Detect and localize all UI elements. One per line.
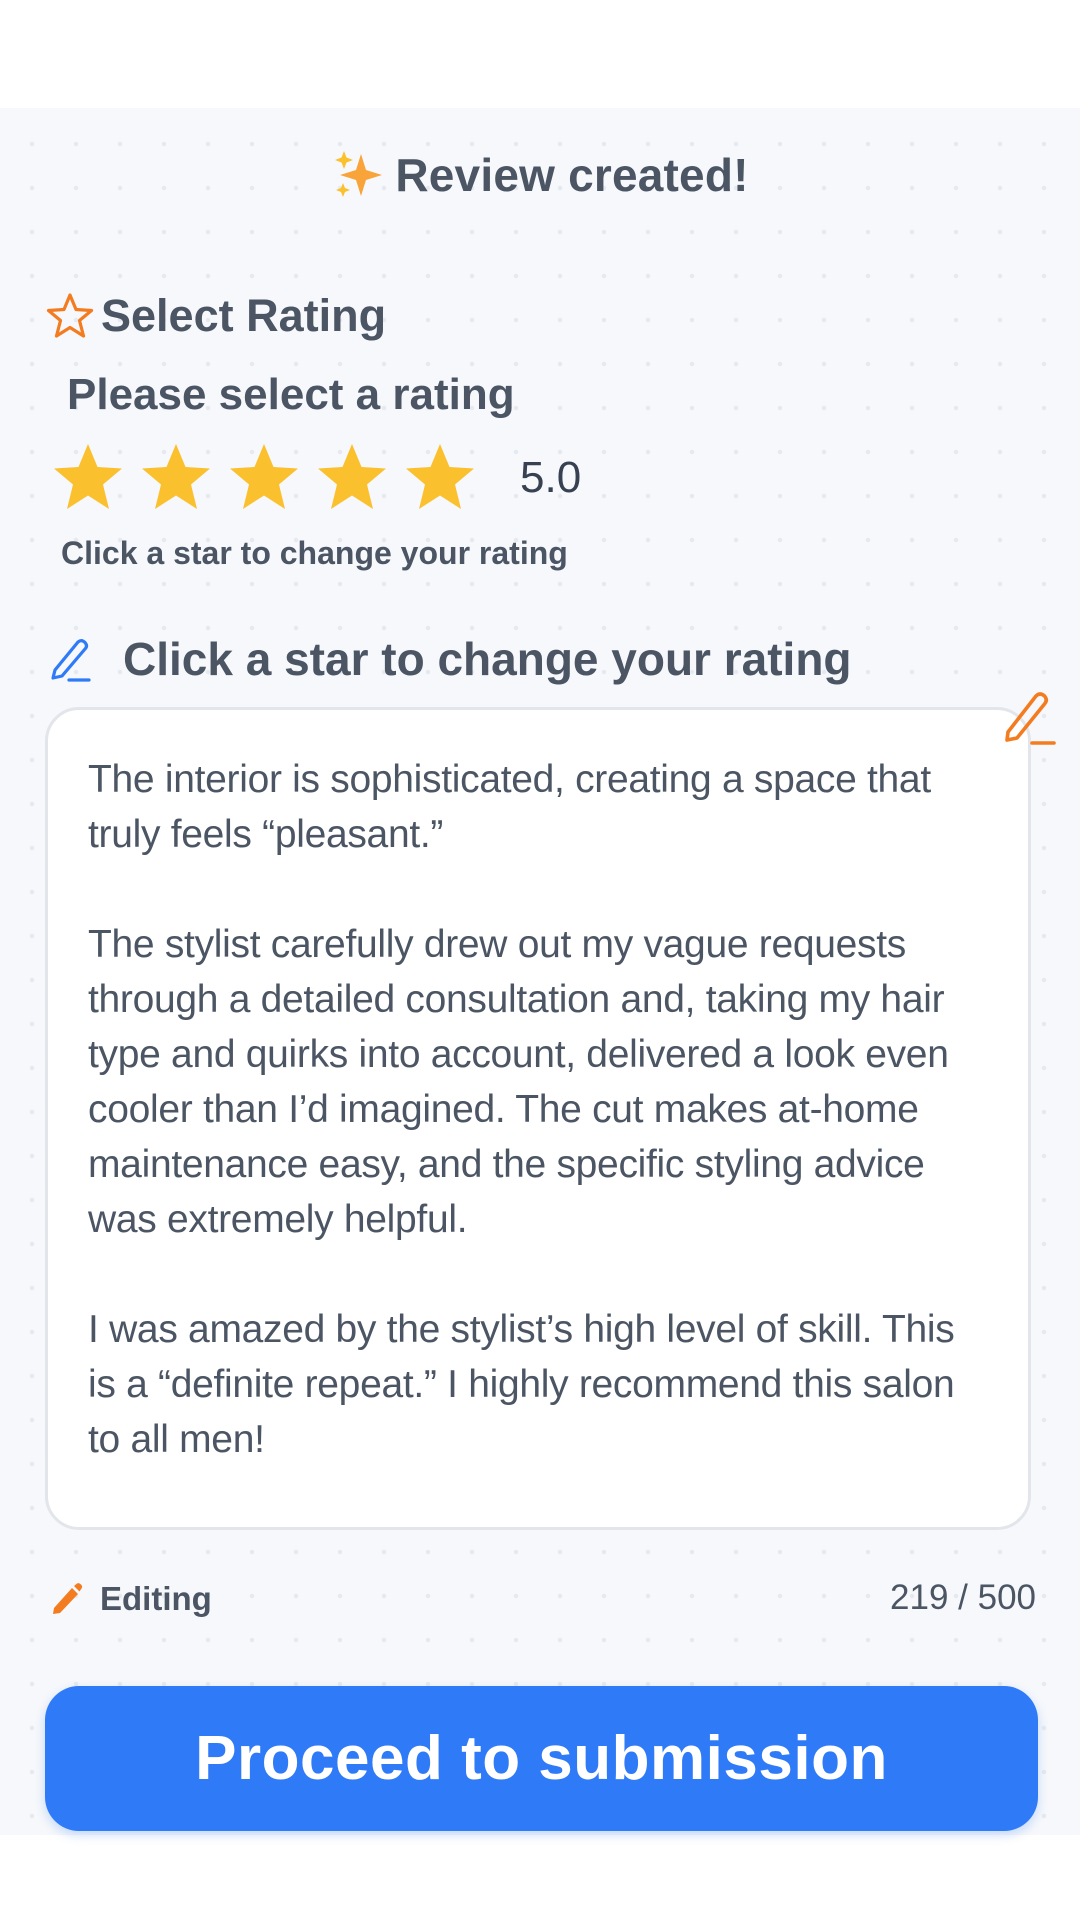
pencil-icon <box>53 1583 83 1614</box>
review-paragraph: The stylist carefully drew out my vague … <box>88 923 949 1241</box>
star-rating: 5.0 <box>50 440 581 516</box>
editing-status: Editing <box>50 1580 212 1618</box>
submit-button-label: Proceed to submission <box>195 1724 888 1793</box>
star-1-icon[interactable] <box>50 440 126 516</box>
editing-status-label: Editing <box>100 1580 212 1617</box>
pencil-icon <box>51 639 91 682</box>
rating-value: 5.0 <box>520 453 582 502</box>
star-outline-icon <box>46 293 94 338</box>
review-section-label: Click a star to change your rating <box>45 632 852 686</box>
success-header: Review created! <box>0 145 1080 205</box>
star-2-icon[interactable] <box>138 440 214 516</box>
star-5-icon[interactable] <box>402 440 478 516</box>
star-4-icon[interactable] <box>314 440 390 516</box>
proceed-to-submission-button[interactable]: Proceed to submission <box>45 1686 1038 1831</box>
review-paragraph: The interior is sophisticated, creating … <box>88 758 931 856</box>
character-counter: 219 / 500 <box>890 1578 1036 1617</box>
edit-pencil-icon[interactable] <box>998 686 1058 746</box>
star-3-icon[interactable] <box>226 440 302 516</box>
rating-section-label: Select Rating <box>45 290 386 342</box>
review-paragraph: I was amazed by the stylist’s high level… <box>88 1308 955 1461</box>
review-textarea[interactable]: The interior is sophisticated, creating … <box>45 707 1031 1530</box>
rating-section-title: Select Rating <box>101 290 387 341</box>
review-section-title: Click a star to change your rating <box>123 633 852 685</box>
rating-prompt: Please select a rating <box>67 370 515 419</box>
rating-hint: Click a star to change your rating <box>61 535 568 571</box>
sparkles-icon <box>335 151 383 197</box>
page-title: Review created! <box>395 149 749 201</box>
